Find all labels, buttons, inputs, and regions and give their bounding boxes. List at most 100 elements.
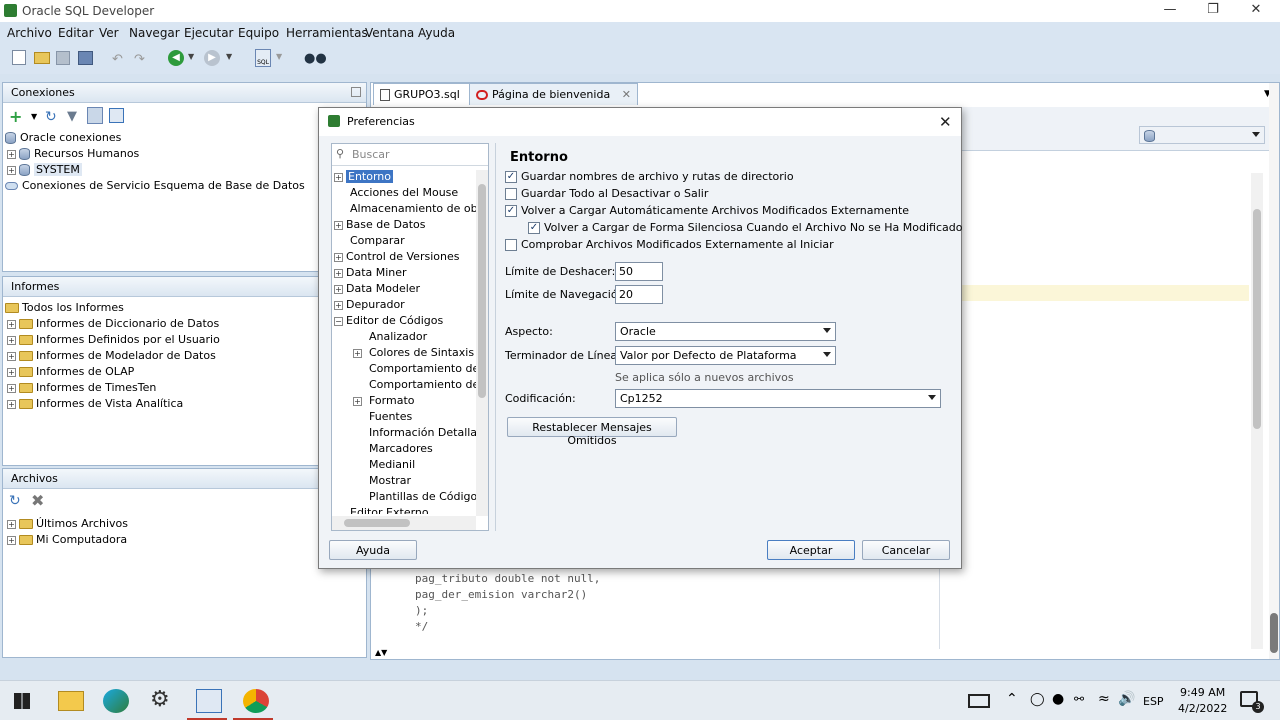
expand-icon[interactable]: + [334,252,343,262]
minimize-icon[interactable]: — [1150,2,1190,20]
expand-icon[interactable]: + [7,149,16,159]
menu-herramientas[interactable]: Herramientas [286,26,368,40]
meet-now-icon[interactable]: ◯ [1030,692,1045,707]
delete-icon[interactable]: ✖ [31,491,44,510]
undo-icon[interactable]: ↶ [112,52,123,67]
help-button[interactable]: Ayuda [329,540,417,560]
forward-icon[interactable]: ▶ [204,50,220,66]
connection-select[interactable] [1139,126,1265,144]
schema-browser-icon[interactable] [87,107,103,124]
menu-archivo[interactable]: Archivo [7,26,52,40]
search-input[interactable]: ⚲ Buscar [332,144,488,166]
split-arrows-icon[interactable]: ▲▼ [375,648,387,657]
tree-horizontal-scrollbar[interactable] [332,516,476,530]
expand-icon[interactable]: + [7,383,16,393]
tree-vertical-scrollbar[interactable] [476,170,488,516]
refresh-icon[interactable]: ↻ [9,493,21,509]
tree-item-report[interactable]: + Informes de Modelador de Datos [7,349,216,365]
checkbox-checked[interactable]: ✓ [505,171,517,183]
expand-icon[interactable]: + [7,165,16,175]
undo-limit-field[interactable]: 50 [615,262,663,281]
tree-item-all-reports[interactable]: Todos los Informes [5,301,124,317]
expand-icon[interactable]: + [353,348,362,358]
scrollbar-thumb[interactable] [1253,209,1261,429]
tree-item[interactable]: + Control de Versiones [334,250,459,266]
menu-ver[interactable]: Ver [99,26,119,40]
tree-item[interactable]: + Data Modeler [334,282,420,298]
tab-welcome[interactable]: Página de bienvenida ✕ [469,83,638,105]
reset-messages-button[interactable]: Restablecer Mensajes Omitidos [507,417,677,447]
checkbox-unchecked[interactable] [505,188,517,200]
tree-item[interactable]: Analizador [369,330,427,346]
expand-icon[interactable]: + [7,351,16,361]
tree-item-report[interactable]: + Informes de Diccionario de Datos [7,317,219,333]
binoculars-icon[interactable]: ●● [304,51,327,66]
expand-icon[interactable]: + [334,284,343,294]
back-dropdown-icon[interactable]: ▼ [188,52,194,61]
close-icon[interactable]: ✕ [939,113,952,131]
chevron-up-icon[interactable]: ⌃ [1006,691,1018,707]
tree-item[interactable]: − Editor de Códigos [334,314,443,330]
tree-item-service-connections[interactable]: Conexiones de Servicio Esquema de Base d… [5,179,305,195]
checkbox-checked[interactable]: ✓ [528,222,540,234]
tree-item[interactable]: + Formato [353,394,415,410]
microphone-icon[interactable]: ● [1052,691,1064,707]
sql-worksheet-icon[interactable]: SQL [255,49,271,67]
option-auto-reload[interactable]: ✓ Volver a Cargar Automáticamente Archivo… [505,204,909,221]
expand-icon[interactable]: + [334,268,343,278]
close-icon[interactable]: ✕ [1236,2,1276,20]
filter-icon[interactable]: ▼ [67,109,77,124]
tree-item-report[interactable]: + Informes de TimesTen [7,381,156,397]
tree-item[interactable]: Información Detallada d [369,426,476,442]
save-all-icon[interactable] [78,51,93,65]
edge-icon[interactable] [103,689,129,713]
expand-icon[interactable]: + [7,319,16,329]
tree-item-recent-files[interactable]: + Últimos Archivos [7,517,128,533]
option-silent-reload[interactable]: ✓ Volver a Cargar de Forma Silenciosa Cua… [528,221,962,238]
tree-item-system[interactable]: + SYSTEM [7,163,82,179]
eol-select[interactable]: Valor por Defecto de Plataforma [615,346,836,365]
scrollbar-thumb[interactable] [1270,613,1278,653]
add-dropdown-icon[interactable]: ▼ [31,112,37,121]
redo-icon[interactable]: ↷ [134,52,145,67]
nav-limit-field[interactable]: 20 [615,285,663,304]
language-indicator[interactable]: ESP [1143,695,1164,708]
vertical-scrollbar[interactable] [1251,173,1263,649]
refresh-icon[interactable]: ↻ [45,109,57,125]
tree-item[interactable]: Comparar [350,234,405,250]
add-connection-icon[interactable]: + [9,107,22,126]
settings-icon[interactable]: ⚙ [150,687,170,712]
tree-item-recursos-humanos[interactable]: + Recursos Humanos [7,147,139,163]
back-icon[interactable]: ◀ [168,50,184,66]
expand-icon[interactable]: + [7,335,16,345]
new-file-icon[interactable] [12,50,26,65]
expand-icon[interactable]: + [353,396,362,406]
tree-item-report[interactable]: + Informes de Vista Analítica [7,397,183,413]
tree-item-report[interactable]: + Informes de OLAP [7,365,134,381]
tree-item-report[interactable]: + Informes Definidos por el Usuario [7,333,220,349]
tree-item[interactable]: + Base de Datos [334,218,426,234]
tree-item[interactable]: Comportamiento del Sir [369,378,476,394]
tree-item-oracle-conexiones[interactable]: Oracle conexiones [5,131,121,147]
minimize-panel-icon[interactable] [351,87,361,97]
expand-icon[interactable]: + [7,519,16,529]
tree-item[interactable]: Marcadores [369,442,433,458]
tree-item-my-computer[interactable]: + Mi Computadora [7,533,127,549]
expand-icon[interactable]: + [334,172,343,182]
restore-icon[interactable]: ❐ [1193,2,1233,20]
checkbox-checked[interactable]: ✓ [505,205,517,217]
expand-icon[interactable]: + [334,220,343,230]
expand-icon[interactable]: + [7,367,16,377]
collapse-icon[interactable]: − [334,316,343,326]
option-save-all[interactable]: Guardar Todo al Desactivar o Salir [505,187,708,204]
tree-item[interactable]: Acciones del Mouse [350,186,458,202]
clock-date[interactable]: 4/2/2022 [1178,702,1227,715]
expand-icon[interactable]: + [7,535,16,545]
file-explorer-icon[interactable] [58,691,84,711]
menu-editar[interactable]: Editar [58,26,94,40]
connections-view-icon[interactable] [109,108,124,123]
touch-keyboard-icon[interactable] [968,694,990,708]
scrollbar-thumb[interactable] [344,519,410,527]
wifi-icon[interactable]: ≈ [1098,691,1110,707]
tree-item[interactable]: Editor Externo [350,506,429,514]
